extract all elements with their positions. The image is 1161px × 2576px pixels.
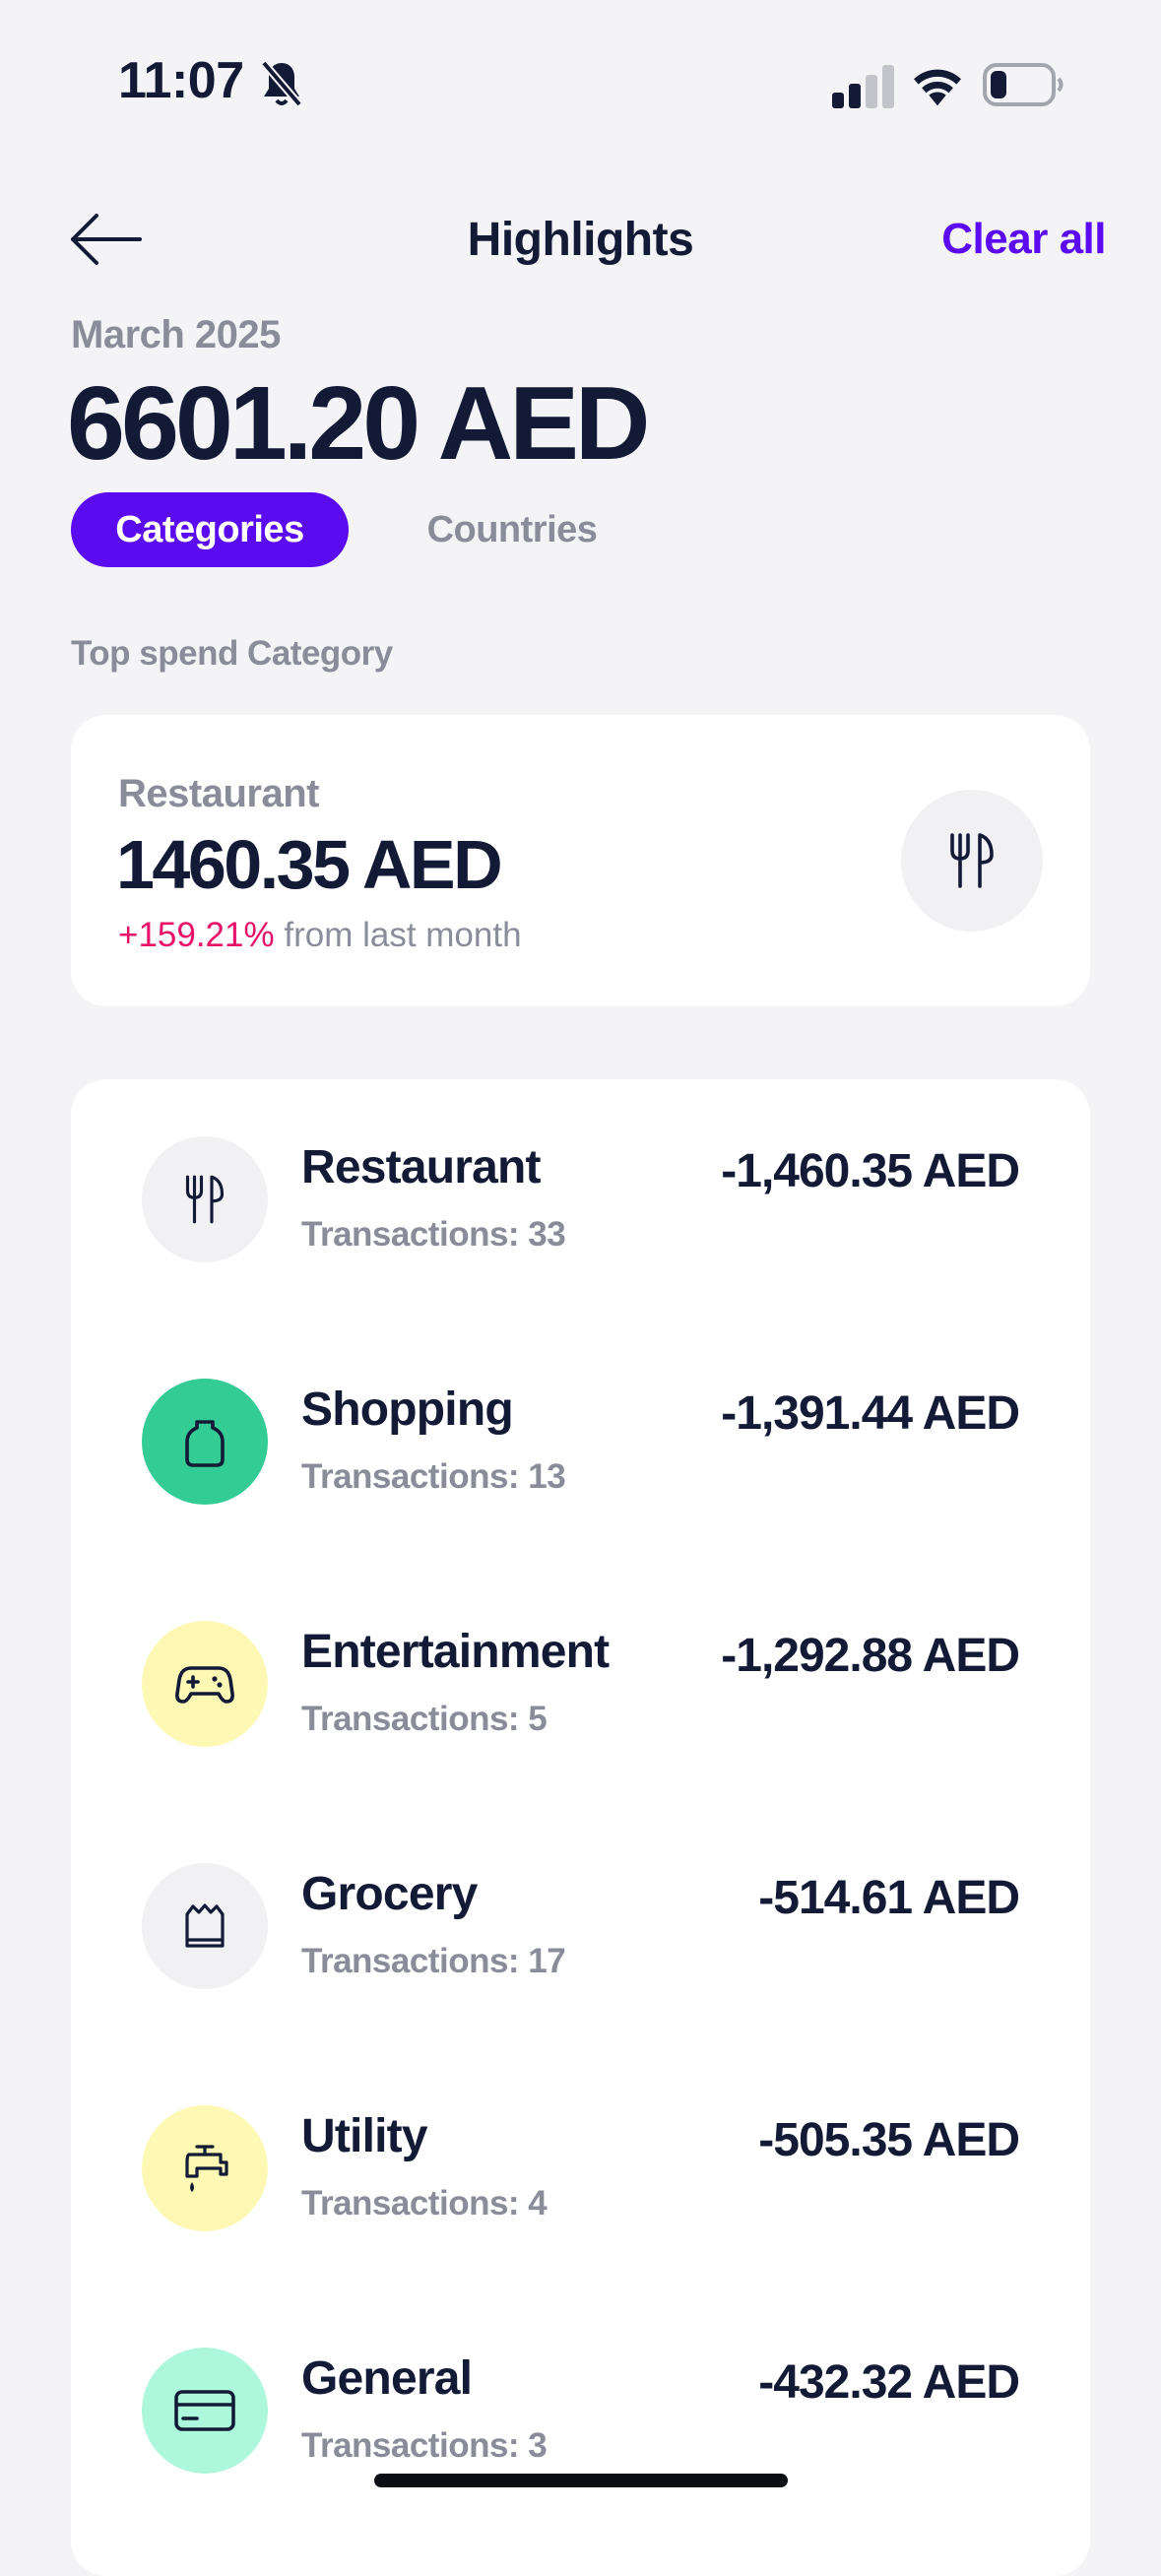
category-list: Restaurant Transactions: 33 -1,460.35 AE… xyxy=(71,1079,1090,2576)
credit-card-icon xyxy=(174,2390,235,2431)
cellular-signal-icon xyxy=(832,65,894,108)
bell-slash-icon xyxy=(260,60,303,107)
category-name: General xyxy=(301,2352,473,2405)
top-spend-category: Restaurant xyxy=(118,772,319,815)
period-label: March 2025 xyxy=(71,313,281,356)
category-icon-circle xyxy=(142,1863,268,1989)
list-item[interactable]: General Transactions: 3 -432.32 AED xyxy=(71,2290,1090,2533)
home-indicator[interactable] xyxy=(374,2474,788,2487)
category-amount: -1,292.88 AED xyxy=(721,1630,1020,1682)
transaction-count: Transactions: 17 xyxy=(301,1942,566,1980)
category-name: Utility xyxy=(301,2110,428,2162)
category-amount: -1,460.35 AED xyxy=(721,1145,1020,1197)
top-spend-change: +159.21% from last month xyxy=(118,916,522,955)
list-item[interactable]: Entertainment Transactions: 5 -1,292.88 … xyxy=(71,1564,1090,1806)
category-icon-circle xyxy=(142,2105,268,2231)
list-item[interactable]: Restaurant Transactions: 33 -1,460.35 AE… xyxy=(71,1079,1090,1321)
tab-categories[interactable]: Categories xyxy=(71,492,349,567)
category-name: Entertainment xyxy=(301,1626,610,1678)
transaction-count: Transactions: 33 xyxy=(301,1215,566,1254)
tab-countries[interactable]: Countries xyxy=(396,492,628,567)
category-icon-circle xyxy=(142,1379,268,1505)
category-amount: -432.32 AED xyxy=(758,2356,1020,2409)
change-percent: +159.21% xyxy=(118,916,275,954)
list-item[interactable]: Grocery Transactions: 17 -514.61 AED xyxy=(71,1806,1090,2048)
top-spend-card: Restaurant 1460.35 AED +159.21% from las… xyxy=(71,715,1090,1006)
list-item[interactable]: Utility Transactions: 4 -505.35 AED xyxy=(71,2048,1090,2290)
category-amount: -1,391.44 AED xyxy=(721,1387,1020,1440)
category-name: Shopping xyxy=(301,1384,514,1436)
category-icon-circle xyxy=(142,1136,268,1262)
gamepad-icon xyxy=(175,1666,234,1704)
category-icon-circle xyxy=(142,1621,268,1747)
section-label-top-spend: Top spend Category xyxy=(71,634,393,673)
category-icon-circle xyxy=(142,2348,268,2474)
category-amount: -505.35 AED xyxy=(758,2114,1020,2166)
category-name: Restaurant xyxy=(301,1141,542,1193)
fork-knife-icon xyxy=(950,833,994,888)
water-tap-icon xyxy=(185,2145,228,2192)
total-amount: 6601.20 AED xyxy=(67,365,650,482)
transaction-count: Transactions: 5 xyxy=(301,1700,548,1738)
battery-icon xyxy=(983,63,1064,106)
transaction-count: Transactions: 3 xyxy=(301,2426,548,2465)
top-spend-icon-circle xyxy=(901,790,1043,932)
fork-knife-icon xyxy=(185,1175,225,1224)
category-amount: -514.61 AED xyxy=(758,1872,1020,1924)
status-time: 11:07 xyxy=(118,52,244,109)
clear-all-button[interactable]: Clear all xyxy=(941,215,1106,264)
transaction-count: Transactions: 4 xyxy=(301,2184,548,2222)
change-text: from last month xyxy=(274,916,522,954)
wifi-icon xyxy=(914,69,961,106)
grocery-bag-icon xyxy=(185,1903,225,1948)
top-spend-amount: 1460.35 AED xyxy=(116,826,503,903)
category-name: Grocery xyxy=(301,1868,478,1920)
shopping-tag-icon xyxy=(185,1420,225,1467)
transaction-count: Transactions: 13 xyxy=(301,1457,566,1496)
list-item[interactable]: Shopping Transactions: 13 -1,391.44 AED xyxy=(71,1321,1090,1564)
